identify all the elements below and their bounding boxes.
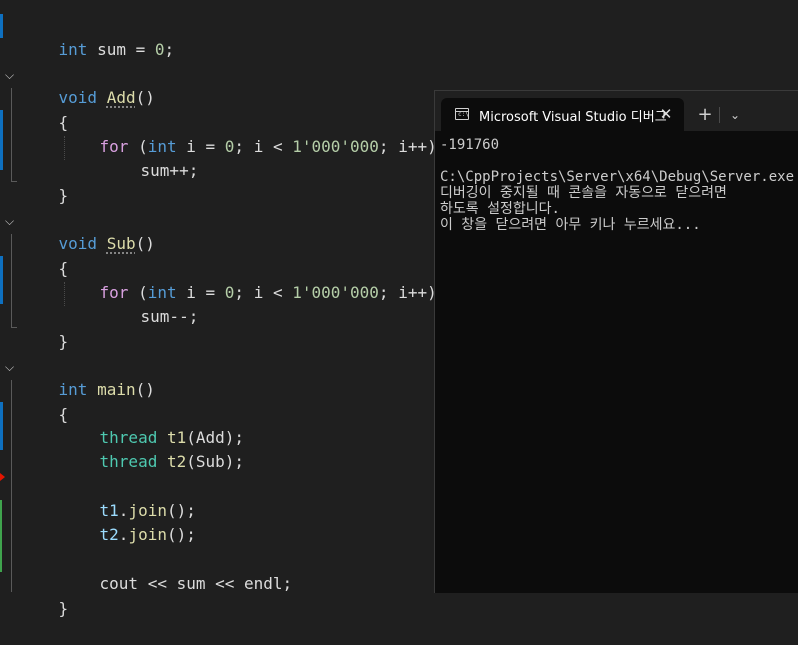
number-token: 0 — [154, 40, 165, 59]
function-name-token[interactable]: Add — [107, 88, 136, 107]
change-marker — [0, 110, 3, 170]
code-line: { — [20, 379, 69, 424]
code-token: (Sub); — [186, 452, 245, 471]
code-line: { — [20, 233, 69, 278]
code-line: t2.join(); — [61, 499, 196, 544]
brace-token: } — [58, 599, 69, 618]
code-line: t1.join(); — [61, 475, 196, 520]
brace-token: } — [58, 332, 69, 351]
code-token: () — [135, 234, 155, 253]
brace-token: } — [58, 186, 69, 205]
variable-token: t2 — [166, 452, 187, 471]
code-token: . — [118, 525, 129, 544]
console-tab-bar: c:\ Microsoft Visual Studio 디버그 ✕ + ⌄ — [435, 91, 798, 131]
code-line: thread t1(Add); — [61, 402, 245, 447]
code-token: (); — [166, 525, 196, 544]
code-line: int main() — [20, 354, 155, 399]
close-icon[interactable]: ✕ — [657, 105, 675, 123]
terminal-icon: c:\ — [455, 108, 469, 120]
scope-guide-end — [11, 327, 17, 328]
chevron-down-icon[interactable]: ⌄ — [725, 105, 745, 125]
code-line: sum--; — [102, 281, 199, 326]
code-line: cout << sum << endl; — [61, 548, 293, 593]
code-token: ; i < — [234, 283, 293, 302]
number-token: 0 — [224, 137, 235, 156]
console-output-line: 하도록 설정합니다. — [440, 201, 560, 217]
console-output-line: -191760 — [440, 137, 500, 153]
number-token: 1'000'000 — [292, 137, 379, 156]
chevron-down-icon[interactable]: ⌵ — [5, 69, 17, 81]
code-line: } — [20, 573, 69, 618]
code-line: for (int i = 0; i < 1'000'000; i++) — [61, 111, 437, 156]
code-token: sum++; — [140, 161, 199, 180]
change-marker — [0, 402, 3, 450]
debug-console-window[interactable]: c:\ Microsoft Visual Studio 디버그 ✕ + ⌄ -1… — [434, 90, 798, 593]
variable-token: t2 — [99, 525, 119, 544]
code-token: sum = — [87, 40, 155, 59]
code-token: ; i < — [234, 137, 293, 156]
scope-guide-end — [11, 181, 17, 182]
console-output-line: 이 창을 닫으려면 아무 키나 누르세요... — [440, 217, 701, 233]
number-token: 1'000'000 — [292, 283, 379, 302]
console-output-line: 디버깅이 중지될 때 콘솔을 자동으로 닫으려면 — [440, 185, 727, 201]
code-token: ; i++) — [378, 283, 437, 302]
code-line: } — [20, 306, 69, 351]
number-token: 0 — [224, 283, 235, 302]
new-tab-button[interactable]: + — [695, 105, 715, 125]
code-line: { — [20, 87, 69, 132]
code-line: } — [20, 160, 69, 205]
code-line: void Sub() — [20, 208, 155, 253]
code-token: () — [135, 88, 155, 107]
code-token: ; — [164, 40, 175, 59]
function-name-token[interactable]: main — [97, 380, 136, 399]
tab-divider — [719, 107, 720, 123]
code-token: ; i++) — [378, 137, 437, 156]
chevron-down-icon[interactable]: ⌵ — [5, 215, 17, 227]
code-token: () — [135, 380, 155, 399]
function-name-token[interactable]: Sub — [107, 234, 136, 253]
code-token: sum--; — [140, 307, 199, 326]
code-line: for (int i = 0; i < 1'000'000; i++) — [61, 257, 437, 302]
scope-guide — [11, 234, 12, 328]
scope-guide — [11, 88, 12, 182]
code-token: cout << sum << endl; — [99, 574, 293, 593]
code-line: sum++; — [102, 135, 199, 180]
code-line: thread t2(Sub); — [61, 426, 245, 471]
type-token: thread — [99, 452, 158, 471]
change-marker — [0, 256, 3, 304]
change-marker — [0, 14, 3, 38]
scope-guide — [11, 380, 12, 592]
code-line: int sum = 0; — [20, 14, 175, 59]
console-tab[interactable]: c:\ Microsoft Visual Studio 디버그 ✕ — [441, 98, 684, 131]
code-line: void Add() — [20, 62, 155, 107]
change-marker — [0, 500, 2, 572]
chevron-down-icon[interactable]: ⌵ — [5, 361, 17, 373]
breakpoint-arrow-icon — [0, 473, 5, 481]
function-name-token: join — [128, 525, 167, 544]
tab-title: Microsoft Visual Studio 디버그 — [479, 110, 667, 125]
keyword-token: int — [58, 40, 88, 59]
console-output-line: C:\CppProjects\Server\x64\Debug\Server.e… — [440, 169, 795, 185]
